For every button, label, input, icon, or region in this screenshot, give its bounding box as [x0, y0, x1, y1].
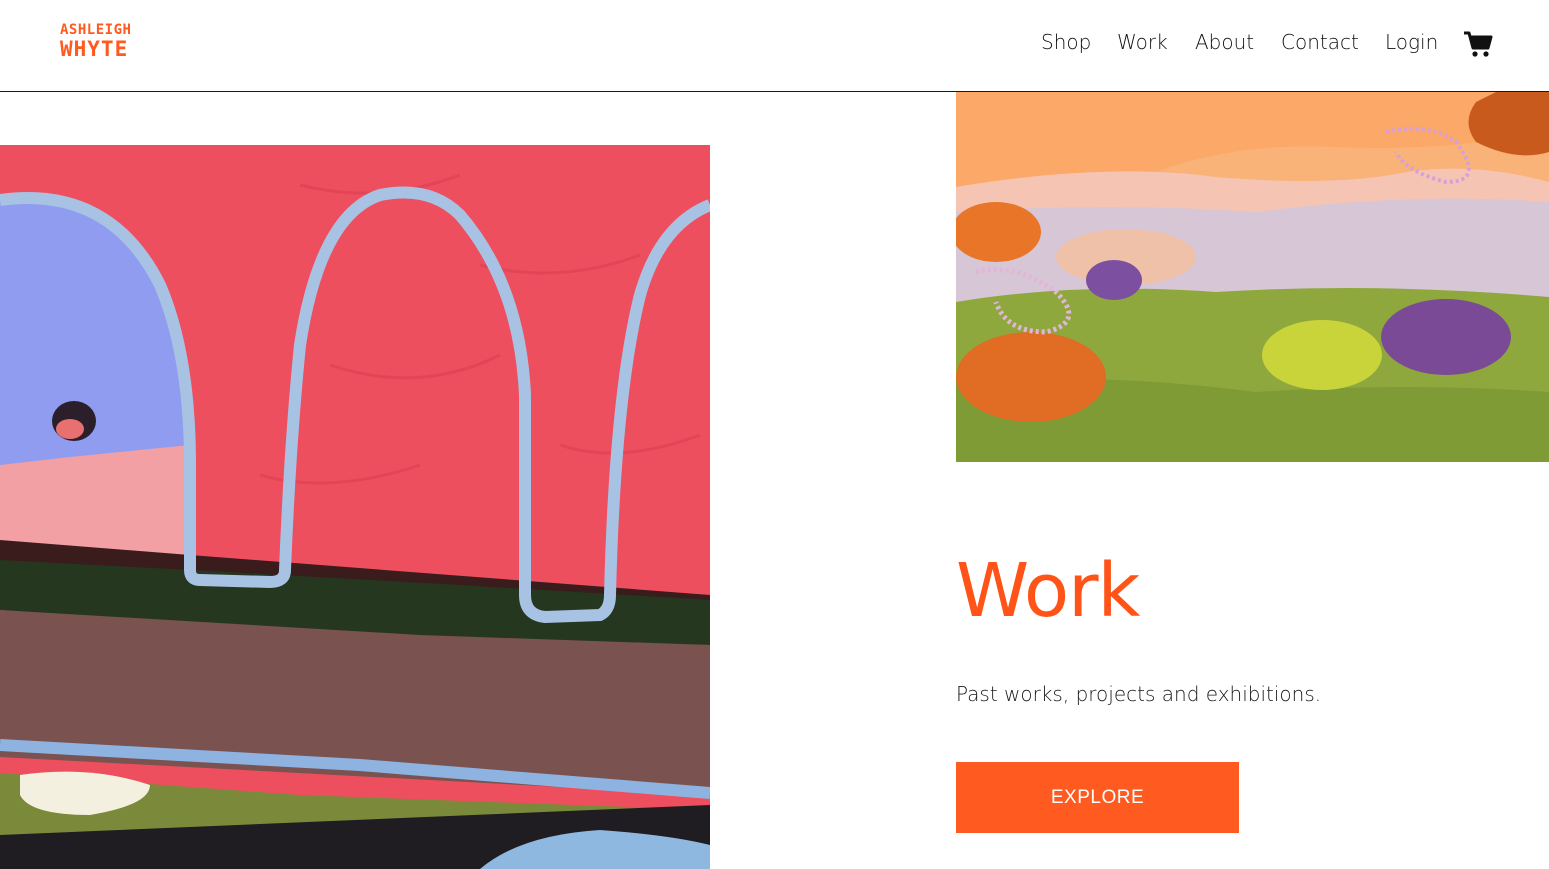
section-title: Work	[956, 548, 1140, 634]
section-description: Past works, projects and exhibitions.	[956, 682, 1322, 706]
site-logo[interactable]: ASHLEIGH WHYTE	[60, 22, 144, 64]
explore-button[interactable]: EXPLORE	[956, 762, 1239, 833]
artwork-textile-image	[956, 92, 1549, 462]
nav-contact[interactable]: Contact	[1281, 30, 1359, 54]
nav-shop[interactable]: Shop	[1041, 30, 1091, 54]
nav-login[interactable]: Login	[1385, 30, 1438, 54]
nav-work[interactable]: Work	[1117, 30, 1168, 54]
logo-line-2: WHYTE	[60, 37, 129, 61]
artwork-painting-image	[0, 145, 710, 869]
site-header: ASHLEIGH WHYTE Shop Work About Contact L…	[0, 0, 1549, 92]
page: ASHLEIGH WHYTE Shop Work About Contact L…	[0, 0, 1549, 869]
nav-about[interactable]: About	[1195, 30, 1254, 54]
logo-line-1: ASHLEIGH	[60, 22, 132, 38]
shopping-cart-icon[interactable]	[1463, 30, 1493, 58]
